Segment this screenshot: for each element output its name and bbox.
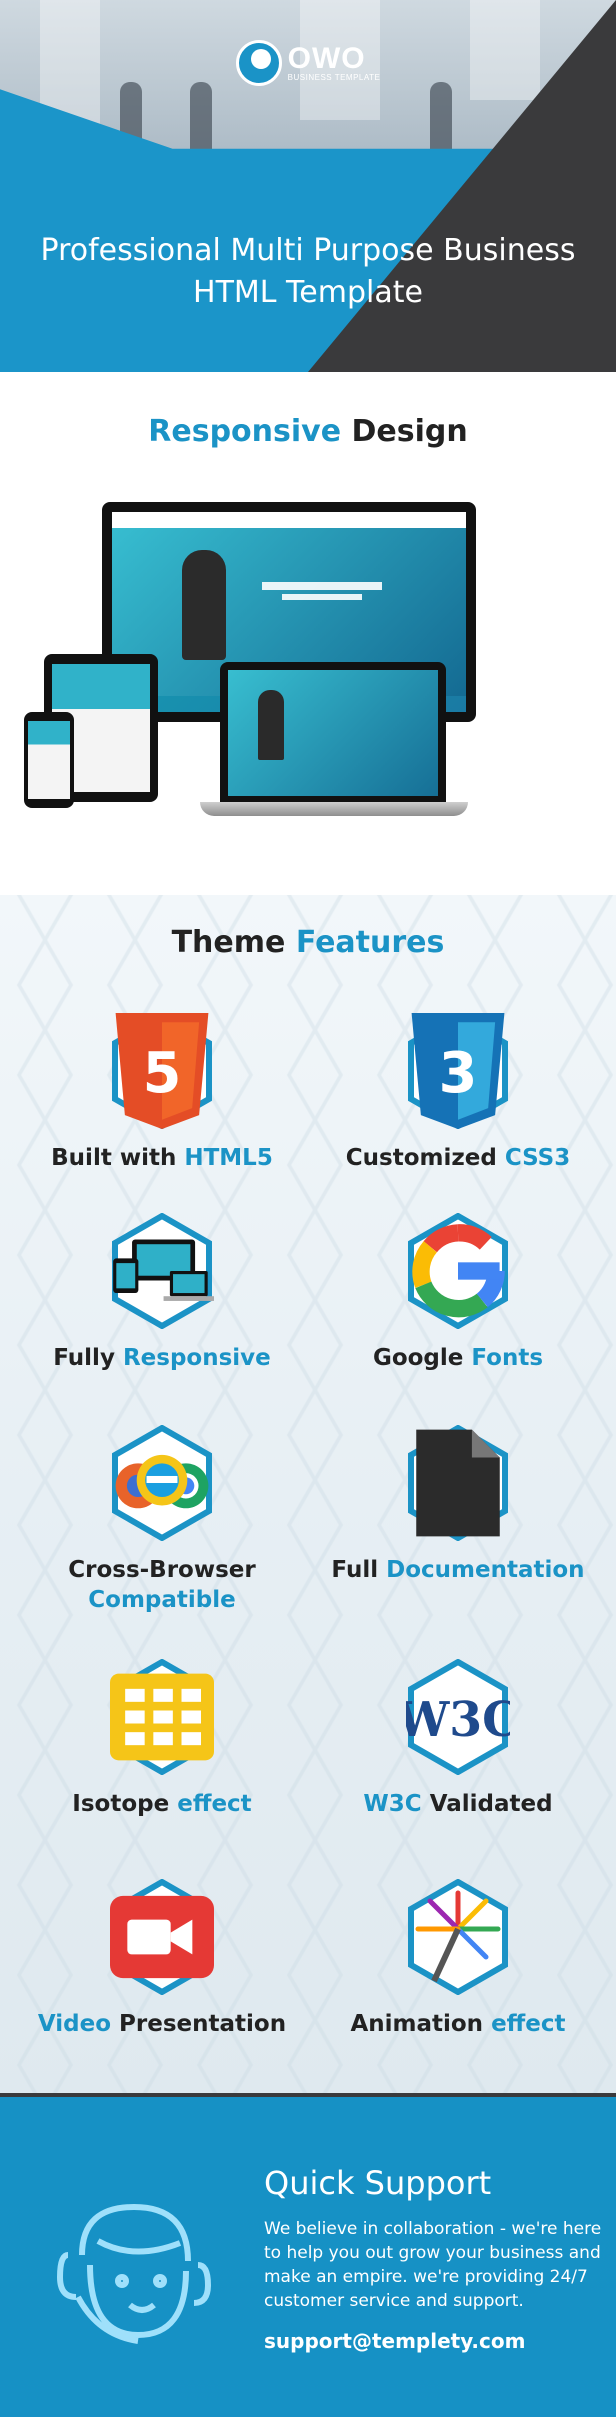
browsers-icon xyxy=(110,1425,214,1541)
feature-label-plain: Isotope xyxy=(72,1791,178,1817)
responsive-title-rest: Design xyxy=(341,414,468,449)
theme-features-section: Theme Features 5 Built with HTML5 3 Cust… xyxy=(0,895,616,2093)
support-text: Quick Support We believe in collaboratio… xyxy=(264,2161,604,2353)
hero-headline: Professional Multi Purpose Business HTML… xyxy=(0,230,616,314)
feature-isotope: Isotope effect xyxy=(8,1659,316,1819)
feature-label-accent: CSS3 xyxy=(504,1145,571,1171)
video-camera-icon xyxy=(110,1879,214,1995)
svg-text:5: 5 xyxy=(143,1041,182,1106)
feature-animation: Animation effect xyxy=(304,1879,612,2039)
logo-subtitle: BUSINESS TEMPLATE xyxy=(287,72,381,82)
quick-support-section: Quick Support We believe in collaboratio… xyxy=(0,2093,616,2417)
feature-label-accent: Fonts xyxy=(471,1345,544,1371)
google-icon xyxy=(406,1213,510,1329)
feature-google-fonts: Google Fonts xyxy=(304,1213,612,1373)
feature-html5: 5 Built with HTML5 xyxy=(8,1013,316,1173)
feature-label-accent: effect xyxy=(177,1791,252,1817)
w3c-icon: W3C xyxy=(406,1659,510,1775)
feature-label-accent: Responsive xyxy=(122,1345,271,1371)
hero-banner: OWO BUSINESS TEMPLATE Professional Multi… xyxy=(0,0,616,372)
support-agent-icon xyxy=(38,2185,214,2361)
support-title: Quick Support xyxy=(264,2164,492,2202)
css3-icon: 3 xyxy=(406,1013,510,1129)
feature-label-accent: Video xyxy=(37,2011,112,2037)
feature-label-plain: Google xyxy=(372,1345,472,1371)
feature-label-accent: Documentation xyxy=(386,1557,585,1583)
features-title: Theme Features xyxy=(0,895,616,960)
support-body: We believe in collaboration - we're here… xyxy=(264,2219,602,2311)
phone-device xyxy=(24,712,74,808)
feature-label-plain: Fully xyxy=(53,1345,123,1371)
logo: OWO BUSINESS TEMPLATE xyxy=(0,40,616,86)
feature-label-plain: Customized xyxy=(345,1145,505,1171)
html5-icon: 5 xyxy=(110,1013,214,1129)
feature-documentation: Full Documentation xyxy=(304,1425,612,1585)
responsive-title-accent: Responsive xyxy=(148,414,342,449)
responsive-design-section: Responsive Design xyxy=(0,372,616,895)
feature-w3c: W3C W3C Validated xyxy=(304,1659,612,1819)
feature-label-plain: Full xyxy=(331,1557,387,1583)
divider xyxy=(0,2093,616,2097)
hero-headline-line2: HTML Template xyxy=(193,275,423,310)
svg-text:3: 3 xyxy=(439,1041,478,1106)
feature-label-plain: Presentation xyxy=(111,2011,287,2037)
logo-mark-icon xyxy=(235,40,282,86)
svg-text:W3C: W3C xyxy=(406,1693,510,1748)
hero-headline-line1: Professional Multi Purpose Business xyxy=(40,233,576,268)
feature-css3: 3 Customized CSS3 xyxy=(304,1013,612,1173)
laptop-device xyxy=(220,662,446,804)
laptop-base xyxy=(200,802,468,816)
feature-label-accent: HTML5 xyxy=(184,1145,273,1171)
feature-responsive: Fully Responsive xyxy=(8,1213,316,1373)
feature-label-plain: Built with xyxy=(51,1145,185,1171)
support-email-link[interactable]: support@templety.com xyxy=(264,2329,604,2353)
document-icon xyxy=(406,1425,510,1541)
devices-mockup xyxy=(0,502,616,872)
logo-name: OWO xyxy=(287,41,366,75)
grid-icon xyxy=(110,1659,214,1775)
feature-label-accent: effect xyxy=(491,2011,566,2037)
feature-label-plain: Cross-Browser xyxy=(68,1557,256,1583)
feature-label-plain: Validated xyxy=(421,1791,553,1817)
features-title-accent: Features xyxy=(295,925,445,960)
devices-icon xyxy=(110,1213,214,1329)
feature-label-accent: W3C xyxy=(363,1791,422,1817)
feature-cross-browser: Cross-Browser Compatible xyxy=(8,1425,316,1615)
feature-label-accent: Compatible xyxy=(88,1587,236,1613)
firework-icon xyxy=(406,1879,510,1995)
feature-video: Video Presentation xyxy=(8,1879,316,2039)
features-title-plain: Theme xyxy=(171,925,296,960)
responsive-title: Responsive Design xyxy=(0,372,616,449)
feature-label-plain: Animation xyxy=(350,2011,492,2037)
